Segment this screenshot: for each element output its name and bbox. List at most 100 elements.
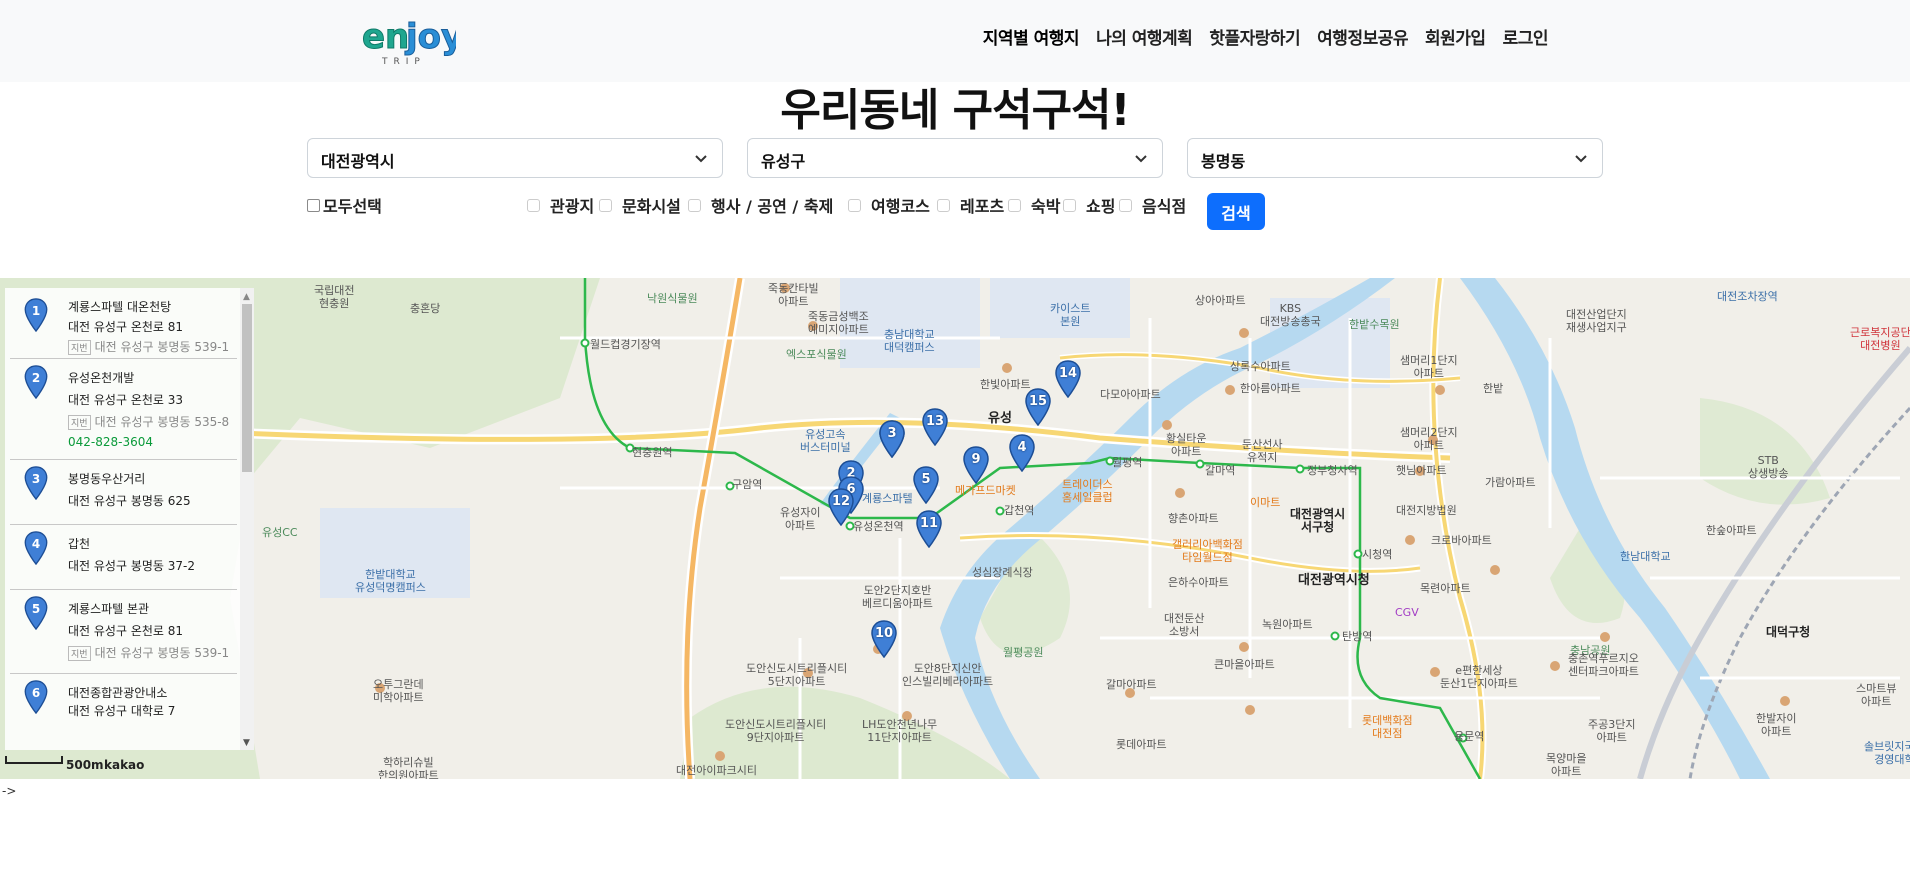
list-number: 6 [31,686,41,700]
search-button[interactable]: 검색 [1207,193,1265,230]
map-label: 월평공원 [1003,646,1044,659]
list-item[interactable]: 5 계룡스파텔 본관 대전 유성구 온천로 81 지번 대전 유성구 봉명동 53… [10,590,237,674]
map-marker[interactable]: 11 [916,510,942,548]
map-label: 스마트뷰 아파트 [1856,682,1897,708]
marker-pin-icon: 1 [24,298,48,333]
chevron-down-icon [1575,155,1587,163]
checkbox[interactable] [688,198,701,212]
map-marker[interactable]: 12 [828,488,854,526]
map-marker[interactable]: 14 [1055,360,1081,398]
checkbox[interactable] [1119,198,1132,212]
gugun-select[interactable]: 유성구 [747,138,1163,178]
nav-my-plan[interactable]: 나의 여행계획 [1096,24,1193,49]
nav-hotplace[interactable]: 핫플자랑하기 [1209,24,1300,49]
map-label: 갑천역 [1004,504,1035,517]
scrollbar-thumb[interactable] [242,304,252,472]
list-number: 5 [31,602,41,616]
category-label: 쇼핑 [1086,197,1116,216]
list-item[interactable]: 4 갑천 대전 유성구 봉명동 37-2 [10,525,237,590]
jibun-tag: 지번 [68,340,91,355]
map-label: 큰마을아파트 [1214,658,1275,671]
nav-login[interactable]: 로그인 [1503,24,1549,49]
sido-select[interactable]: 대전광역시 [307,138,723,178]
checkbox[interactable] [1008,198,1021,212]
map-label: 정부청사역 [1307,464,1358,477]
list-number: 1 [31,304,41,318]
map-label: 도안신도시트리플시티 5단지아파트 [746,662,848,688]
map-label: KBS 대전방송총국 [1260,302,1321,328]
map-label: 국립대전 현충원 [314,284,355,310]
nav-signup[interactable]: 회원가입 [1425,24,1486,49]
nav-region-travel[interactable]: 지역별 여행지 [983,24,1080,49]
map-label: 한남대학교 [1620,550,1671,563]
marker-pin-icon: 2 [24,365,48,400]
category-culture[interactable]: 문화시설 [599,193,681,217]
map-label: 죽동금성백조 예미지아파트 [808,310,869,336]
checkbox[interactable] [307,198,320,212]
category-lodging[interactable]: 숙박 [1008,193,1060,217]
kakao-logo[interactable]: kakao [104,758,144,772]
map-label: 대전산업단지 재생사업지구 [1566,308,1627,334]
scroll-up-icon[interactable]: ▲ [243,292,250,302]
scroll-down-icon[interactable]: ▼ [243,738,250,748]
nav-info-share[interactable]: 여행정보공유 [1317,24,1408,49]
category-label: 음식점 [1142,197,1187,216]
category-course[interactable]: 여행코스 [848,193,930,217]
svg-text:joy: joy [404,17,456,57]
checkbox[interactable] [1063,198,1076,212]
map-label: 유성온천역 [853,520,904,533]
map-label: 갤러리아백화점 타임월드점 [1172,538,1243,564]
jibun-address: 지번 대전 유성구 봉명동 535-8 [68,413,229,430]
list-item[interactable]: 6 대전종합관광안내소 대전 유성구 대학로 7 [10,674,237,750]
marker-pin-icon: 5 [24,596,48,631]
map-label: 오투그란데 미학아파트 [373,678,424,704]
checkbox[interactable] [848,198,861,212]
map-label: 롯데아파트 [1116,738,1167,751]
map-label: 향촌아파트 [1168,512,1219,525]
map-label: 죽동칸타빌 아파트 [768,282,819,308]
checkbox[interactable] [599,198,612,212]
map-label: CGV [1395,606,1419,619]
road-address: 대전 유성구 온천로 33 [68,393,184,407]
checkbox[interactable] [937,198,950,212]
jibun-tag: 지번 [68,646,91,661]
map-marker[interactable]: 4 [1009,434,1035,472]
list-scrollbar[interactable]: ▲ ▼ [240,288,254,750]
map-marker[interactable]: 5 [913,466,939,504]
dong-select[interactable]: 봉명동 [1187,138,1603,178]
map-label: LH도안천년나무 11단지아파트 [862,718,938,744]
list-item[interactable]: 1 계룡스파텔 대온천탕 대전 유성구 온천로 81 지번 대전 유성구 봉명동 … [10,292,237,359]
checkbox[interactable] [527,198,540,212]
category-tourist-spot[interactable]: 관광지 [527,193,594,217]
list-item[interactable]: 2 유성온천개발 대전 유성구 온천로 33 지번 대전 유성구 봉명동 535-… [10,359,237,460]
map-label: STB 상생방송 [1748,454,1789,480]
map-label: 카이스트 본원 [1050,302,1091,328]
category-restaurant[interactable]: 음식점 [1119,193,1186,217]
kakao-map[interactable]: 국립대전 현충원 충혼당 낙원식물원 죽동칸타빌 아파트 죽동금성백조 예미지아파트 … [0,278,1910,779]
category-label: 레포츠 [960,197,1005,216]
map-marker[interactable]: 9 [963,446,989,484]
category-shopping[interactable]: 쇼핑 [1063,193,1115,217]
road-address: 대전 유성구 온천로 81 [68,624,184,638]
map-label: 탄방역 [1342,630,1373,643]
map-label: 솔브릿지국제경영대학 [1864,740,1910,766]
map-label: 샘머리1단지 아파트 [1400,354,1458,380]
map-marker[interactable]: 3 [879,420,905,458]
select-all-checkbox[interactable]: 모두선택 [307,193,382,217]
map-marker[interactable]: 13 [922,408,948,446]
map-label: 월드컵경기장역 [590,338,661,351]
map-label: 상록수아파트 [1230,360,1291,373]
map-label: 도안8단지신안 인스빌리베라아파트 [902,662,994,688]
top-navbar: en joy TRIP 지역별 여행지 나의 여행계획 핫플자랑하기 여행정보공… [0,0,1910,82]
map-marker[interactable]: 15 [1025,388,1051,426]
marker-number: 11 [919,516,939,531]
map-label: 녹원아파트 [1262,618,1313,631]
map-label: 유성CC [262,526,298,539]
enjoy-trip-logo[interactable]: en joy TRIP [360,12,464,68]
category-leports[interactable]: 레포츠 [937,193,1004,217]
map-marker[interactable]: 10 [871,620,897,658]
list-item[interactable]: 3 봉명동우산거리 대전 유성구 봉명동 625 [10,460,237,525]
map-label: 가람아파트 [1485,476,1536,489]
place-title: 대전종합관광안내소 [68,686,168,700]
category-festival[interactable]: 행사 / 공연 / 축제 [688,193,833,217]
